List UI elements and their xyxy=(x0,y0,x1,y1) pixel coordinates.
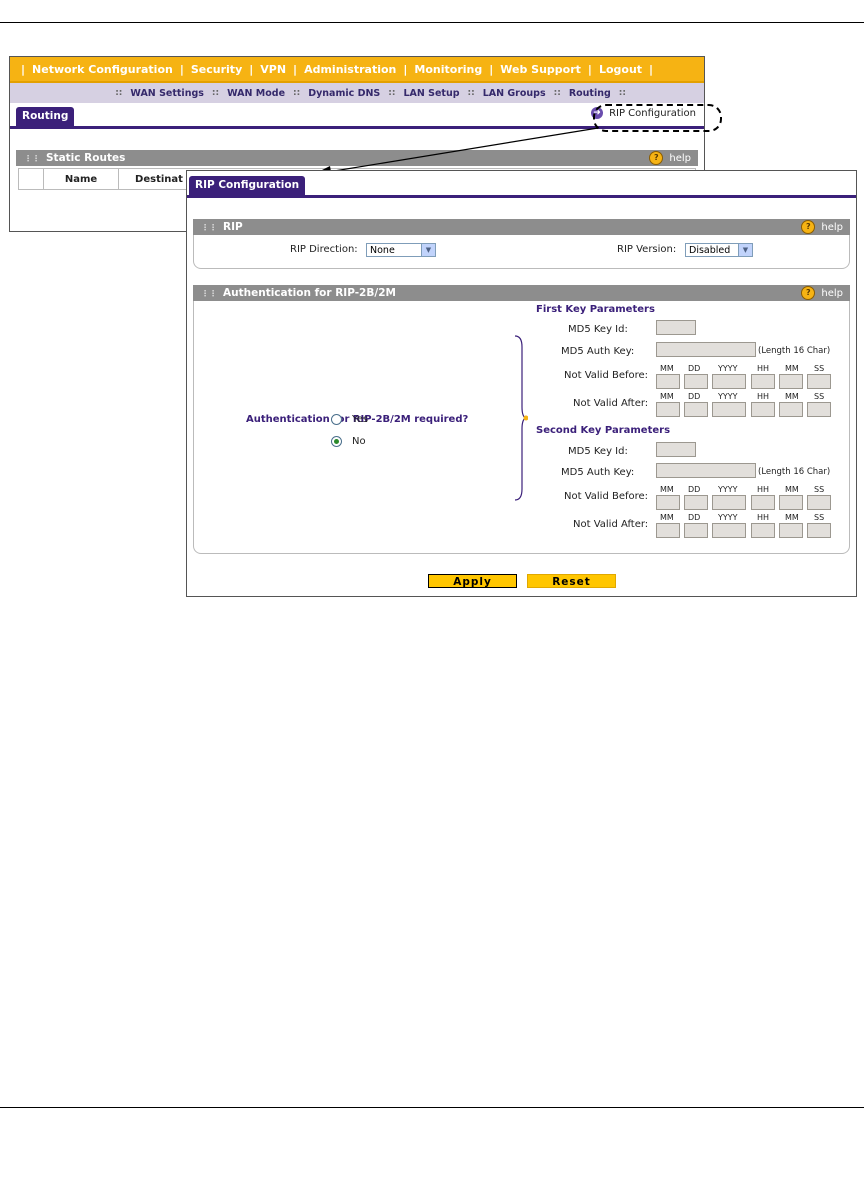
second-key-heading: Second Key Parameters xyxy=(536,425,671,436)
first-not-valid-before-label: Not Valid Before: xyxy=(564,370,649,381)
grip-icon: ⋮⋮ xyxy=(201,222,217,232)
first-key-heading: First Key Parameters xyxy=(536,304,655,315)
auth-section-body: Authentication for RIP-2B/2M required? Y… xyxy=(193,301,850,554)
help-icon: ? xyxy=(801,286,816,300)
date-header-mm: MM xyxy=(785,513,799,522)
day-input[interactable] xyxy=(684,402,708,417)
chevron-down-icon: ▼ xyxy=(738,244,752,256)
date-header-yyyy: YYYY xyxy=(718,485,738,494)
first-key-id-label: MD5 Key Id: xyxy=(568,324,628,335)
rip-direction-value: None xyxy=(370,245,395,256)
auth-section-header: ⋮⋮ Authentication for RIP-2B/2M ? help xyxy=(193,285,850,301)
brace-icon xyxy=(514,335,528,501)
year-input[interactable] xyxy=(712,495,746,510)
second-auth-key-input[interactable] xyxy=(656,463,756,478)
reset-button[interactable]: Reset xyxy=(527,574,616,588)
first-auth-key-label: MD5 Auth Key: xyxy=(561,346,635,357)
second-input[interactable] xyxy=(807,495,831,510)
grip-icon: ⋮⋮ xyxy=(201,288,217,298)
date-header-dd: DD xyxy=(688,364,701,373)
month-input[interactable] xyxy=(656,402,680,417)
tab-rip-configuration[interactable]: RIP Configuration xyxy=(189,176,306,195)
rip-configuration-window: RIP Configuration ⋮⋮ RIP ? help RIP Dire… xyxy=(186,170,857,597)
rip-version-value: Disabled xyxy=(689,245,731,256)
second-key-id-label: MD5 Key Id: xyxy=(568,446,628,457)
date-header-ss: SS xyxy=(814,485,825,494)
date-header-hh: HH xyxy=(757,364,770,373)
bottom-rule xyxy=(0,1107,864,1108)
date-header-hh: HH xyxy=(757,392,770,401)
hour-input[interactable] xyxy=(751,495,775,510)
second-auth-key-label: MD5 Auth Key: xyxy=(561,467,635,478)
date-header-mm: MM xyxy=(785,485,799,494)
rip-section-body: RIP Direction: None ▼ RIP Version: Disab… xyxy=(193,235,850,269)
rip-tab-row: RIP Configuration xyxy=(187,171,856,198)
auth-yes-radio[interactable] xyxy=(331,414,342,425)
hour-input[interactable] xyxy=(751,402,775,417)
date-header-mm: MM xyxy=(785,392,799,401)
date-header-dd: DD xyxy=(688,485,701,494)
rip-direction-select[interactable]: None ▼ xyxy=(366,243,436,257)
minute-input[interactable] xyxy=(779,495,803,510)
date-header-yyyy: YYYY xyxy=(718,392,738,401)
year-input[interactable] xyxy=(712,402,746,417)
auth-section-help[interactable]: ? help xyxy=(801,286,843,300)
date-header-hh: HH xyxy=(757,485,770,494)
date-header-yyyy: YYYY xyxy=(718,364,738,373)
date-header-mm: MM xyxy=(660,513,674,522)
rip-direction-label: RIP Direction: xyxy=(290,244,358,255)
date-header-ss: SS xyxy=(814,392,825,401)
minute-input[interactable] xyxy=(779,402,803,417)
auth-yes-label: Yes xyxy=(352,414,369,425)
date-header-mm: MM xyxy=(660,364,674,373)
tab-underline xyxy=(187,195,856,198)
date-header-dd: DD xyxy=(688,392,701,401)
first-auth-key-input[interactable] xyxy=(656,342,756,357)
second-input[interactable] xyxy=(807,523,831,538)
second-key-id-input[interactable] xyxy=(656,442,696,457)
date-header-mm: MM xyxy=(660,392,674,401)
year-input[interactable] xyxy=(712,523,746,538)
hour-input[interactable] xyxy=(751,374,775,389)
date-header-hh: HH xyxy=(757,513,770,522)
apply-button[interactable]: Apply xyxy=(428,574,517,588)
day-input[interactable] xyxy=(684,495,708,510)
minute-input[interactable] xyxy=(779,374,803,389)
rip-section-title: RIP xyxy=(223,221,243,233)
second-not-valid-before-label: Not Valid Before: xyxy=(564,491,649,502)
second-input[interactable] xyxy=(807,402,831,417)
second-length-note: (Length 16 Char) xyxy=(758,467,831,477)
rip-version-select[interactable]: Disabled ▼ xyxy=(685,243,753,257)
date-header-ss: SS xyxy=(814,513,825,522)
first-length-note: (Length 16 Char) xyxy=(758,346,831,356)
second-not-valid-after-label: Not Valid After: xyxy=(573,519,649,530)
date-header-mm: MM xyxy=(660,485,674,494)
month-input[interactable] xyxy=(656,495,680,510)
help-label: help xyxy=(821,221,843,233)
date-header-ss: SS xyxy=(814,364,825,373)
second-input[interactable] xyxy=(807,374,831,389)
month-input[interactable] xyxy=(656,374,680,389)
day-input[interactable] xyxy=(684,374,708,389)
month-input[interactable] xyxy=(656,523,680,538)
auth-no-radio[interactable] xyxy=(331,436,342,447)
date-header-yyyy: YYYY xyxy=(718,513,738,522)
first-key-id-input[interactable] xyxy=(656,320,696,335)
rip-section-header: ⋮⋮ RIP ? help xyxy=(193,219,850,235)
minute-input[interactable] xyxy=(779,523,803,538)
rip-version-label: RIP Version: xyxy=(617,244,677,255)
day-input[interactable] xyxy=(684,523,708,538)
help-icon: ? xyxy=(801,220,816,234)
year-input[interactable] xyxy=(712,374,746,389)
help-label: help xyxy=(821,287,843,299)
date-header-mm: MM xyxy=(785,364,799,373)
chevron-down-icon: ▼ xyxy=(421,244,435,256)
auth-section-title: Authentication for RIP-2B/2M xyxy=(223,287,396,299)
rip-section-help[interactable]: ? help xyxy=(801,220,843,234)
date-header-dd: DD xyxy=(688,513,701,522)
first-not-valid-after-label: Not Valid After: xyxy=(573,398,649,409)
auth-no-label: No xyxy=(352,436,366,447)
hour-input[interactable] xyxy=(751,523,775,538)
